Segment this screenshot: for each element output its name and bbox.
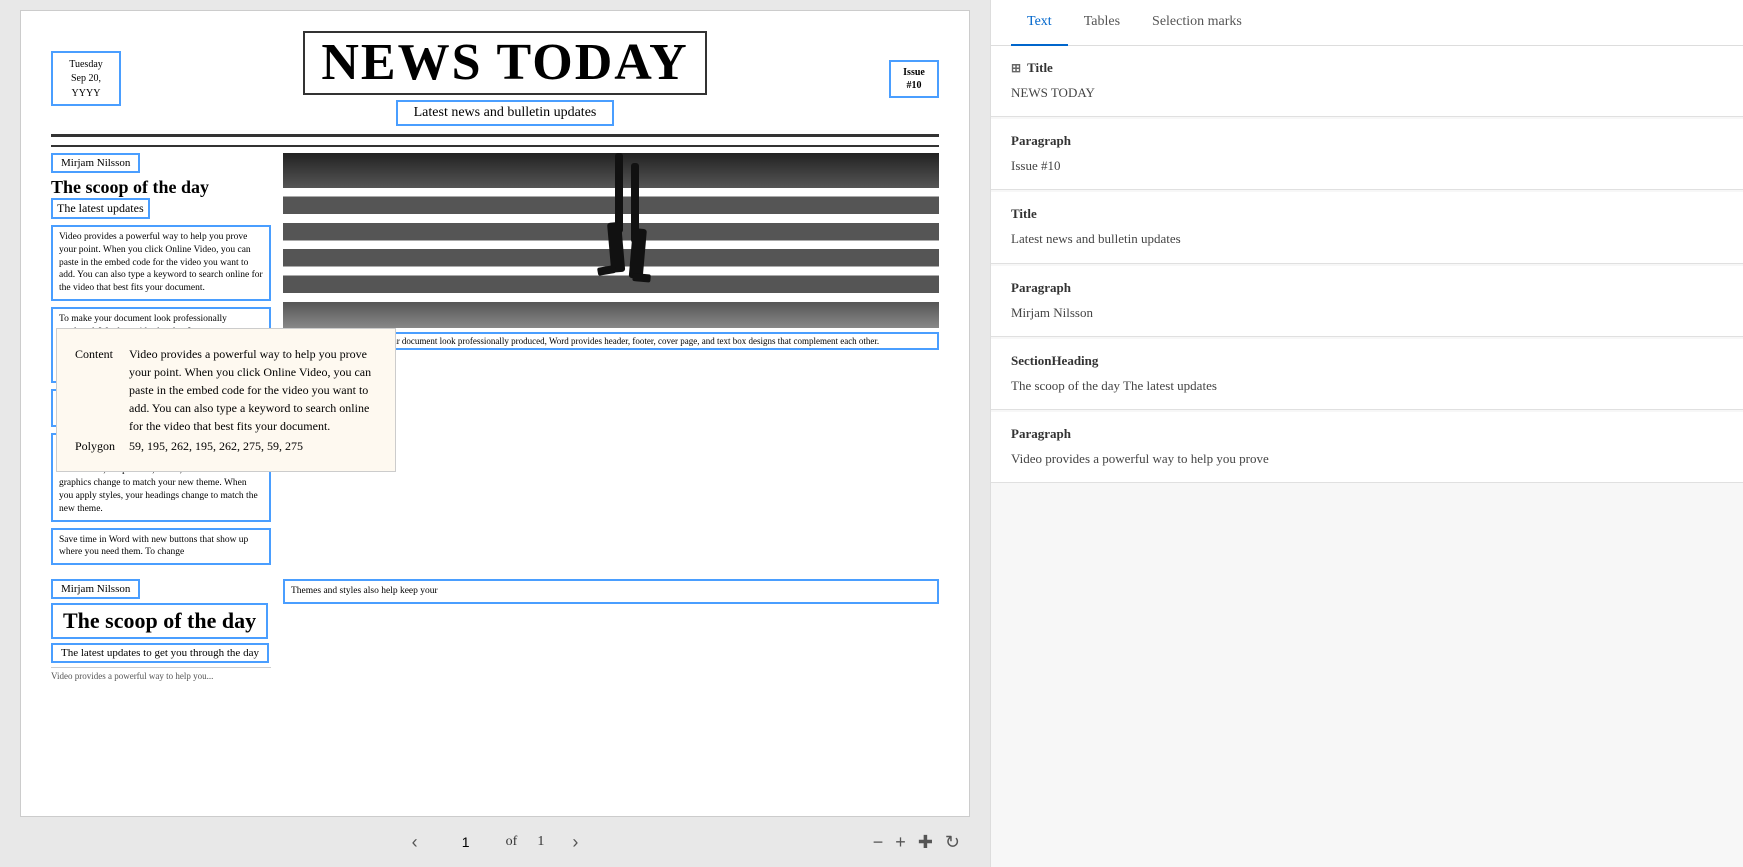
popup-content-text: Video provides a powerful way to help yo… xyxy=(129,345,377,435)
panel-label-4: SectionHeading xyxy=(1011,353,1723,369)
popup-polygon-value: 59, 195, 262, 195, 262, 275, 59, 275 xyxy=(129,437,377,455)
panel-content: ⊞ Title NEWS TODAY Paragraph Issue #10 T… xyxy=(991,46,1743,867)
doc-page: Tuesday Sep 20, YYYY NEWS TODAY Latest n… xyxy=(20,10,970,817)
section-subheading-1: The latest updates xyxy=(51,198,150,219)
panel-section-4: SectionHeading The scoop of the day The … xyxy=(991,339,1743,410)
legs-icon xyxy=(587,153,667,328)
panel-section-0: ⊞ Title NEWS TODAY xyxy=(991,46,1743,117)
crosswalk-bg xyxy=(283,153,939,328)
panel-value-0: NEWS TODAY xyxy=(1011,84,1723,102)
panel-section-5: Paragraph Video provides a powerful way … xyxy=(991,412,1743,483)
popup-polygon-label: Polygon xyxy=(75,437,127,455)
title-icon-0: ⊞ xyxy=(1011,61,1021,76)
panel-section-3: Paragraph Mirjam Nilsson xyxy=(991,266,1743,337)
popup-content-label: Content xyxy=(75,345,127,435)
author-box-2: Mirjam Nilsson xyxy=(51,579,140,599)
document-viewer: Tuesday Sep 20, YYYY NEWS TODAY Latest n… xyxy=(0,0,990,867)
panel-label-0: ⊞ Title xyxy=(1011,60,1723,76)
zoom-out-button[interactable]: − xyxy=(873,832,884,853)
panel-label-1: Paragraph xyxy=(1011,133,1723,149)
doc-content: Tuesday Sep 20, YYYY NEWS TODAY Latest n… xyxy=(21,11,969,816)
section-divider xyxy=(51,145,939,147)
second-left-col: Mirjam Nilsson The scoop of the day The … xyxy=(51,579,271,681)
panel-value-5: Video provides a powerful way to help yo… xyxy=(1011,450,1723,468)
zoom-in-button[interactable]: + xyxy=(895,832,906,853)
next-page-button[interactable]: › xyxy=(564,828,586,857)
newspaper-header: Tuesday Sep 20, YYYY NEWS TODAY Latest n… xyxy=(51,31,939,137)
page-number-input[interactable] xyxy=(446,834,486,850)
paragraph-1: Video provides a powerful way to help yo… xyxy=(51,225,271,301)
tab-selection-marks[interactable]: Selection marks xyxy=(1136,0,1258,46)
panel-section-1: Paragraph Issue #10 xyxy=(991,119,1743,190)
panel-label-2: Title xyxy=(1011,206,1723,222)
panel-value-2: Latest news and bulletin updates xyxy=(1011,230,1723,248)
page-of: of xyxy=(506,834,518,850)
newspaper-subtitle: Latest news and bulletin updates xyxy=(396,100,615,126)
panel-tabs: Text Tables Selection marks xyxy=(991,0,1743,46)
popup-content-row: Content Video provides a powerful way to… xyxy=(75,345,377,435)
fit-page-button[interactable]: ✚ xyxy=(918,832,933,853)
issue-box: Issue #10 xyxy=(889,60,939,98)
popup-polygon-row: Polygon 59, 195, 262, 195, 262, 275, 59,… xyxy=(75,437,377,455)
author-box-1: Mirjam Nilsson xyxy=(51,153,140,173)
date-text: Tuesday Sep 20, YYYY xyxy=(69,59,103,99)
prev-page-button[interactable]: ‹ xyxy=(404,828,426,857)
panel-value-1: Issue #10 xyxy=(1011,157,1723,175)
rotate-button[interactable]: ↻ xyxy=(945,832,960,853)
content-popup: Content Video provides a powerful way to… xyxy=(56,328,396,472)
title-center: NEWS TODAY Latest news and bulletin upda… xyxy=(121,31,889,126)
tab-text[interactable]: Text xyxy=(1011,0,1068,46)
paragraph-5: Save time in Word with new buttons that … xyxy=(51,528,271,566)
crosswalk-image xyxy=(283,153,939,328)
section-heading-1: The scoop of the day xyxy=(51,177,271,198)
panel-value-4: The scoop of the day The latest updates xyxy=(1011,377,1723,395)
bottom-nav: ‹ of 1 › − + ✚ ↻ xyxy=(0,817,990,867)
section2-subheading: The latest updates to get you through th… xyxy=(51,643,269,663)
section2-partial: Video provides a powerful way to help yo… xyxy=(51,667,271,681)
panel-label-text-0: Title xyxy=(1027,60,1053,76)
issue-text: Issue #10 xyxy=(903,67,925,91)
popup-table: Content Video provides a powerful way to… xyxy=(73,343,379,457)
newspaper-title: NEWS TODAY xyxy=(303,31,706,95)
right-col2-text: Themes and styles also help keep your xyxy=(283,579,939,604)
second-section: Mirjam Nilsson The scoop of the day The … xyxy=(51,579,939,681)
zoom-controls: − + ✚ ↻ xyxy=(873,832,960,853)
tab-tables[interactable]: Tables xyxy=(1068,0,1136,46)
panel-label-3: Paragraph xyxy=(1011,280,1723,296)
right-panel: Text Tables Selection marks ⊞ Title NEWS… xyxy=(990,0,1743,867)
page-total: 1 xyxy=(537,834,544,850)
section2-heading: The scoop of the day xyxy=(51,603,268,639)
second-right-col: Themes and styles also help keep your xyxy=(283,579,939,681)
date-box: Tuesday Sep 20, YYYY xyxy=(51,51,121,106)
panel-section-2: Title Latest news and bulletin updates xyxy=(991,192,1743,263)
panel-label-5: Paragraph xyxy=(1011,426,1723,442)
panel-value-3: Mirjam Nilsson xyxy=(1011,304,1723,322)
